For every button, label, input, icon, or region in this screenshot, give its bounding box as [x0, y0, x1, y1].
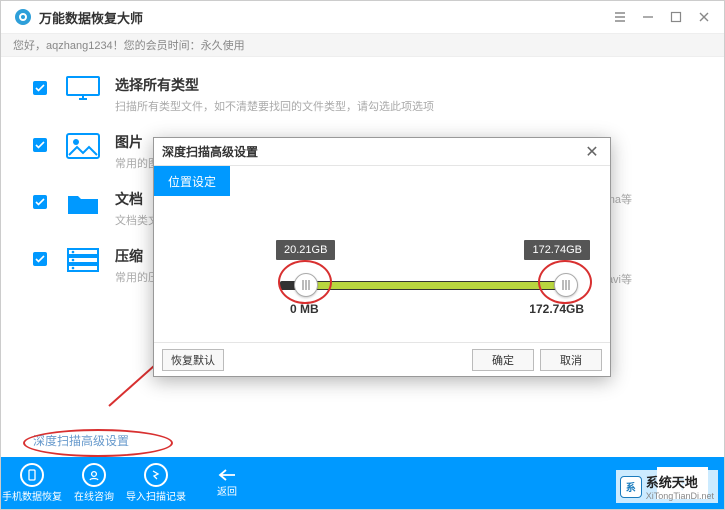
slider-handle-right[interactable] [554, 273, 578, 297]
watermark: 系 系统天地 XiTongTianDi.net [616, 470, 718, 503]
user-greeting: 您好，aqzhang1234！您的会员时间：永久使用 [13, 37, 245, 53]
checkbox-icon[interactable] [33, 81, 47, 95]
folder-icon [65, 189, 101, 217]
advanced-settings-dialog: 深度扫描高级设置 ✕ 位置设定 20.21GB 172.74GB 0 MB 17… [153, 137, 611, 377]
dialog-title: 深度扫描高级设置 [162, 143, 582, 160]
dialog-header: 深度扫描高级设置 ✕ [154, 138, 610, 166]
type-desc: 扫描所有类型文件，如不清楚要找回的文件类型，请勾选此项选项 [115, 98, 434, 114]
reset-button[interactable]: 恢复默认 [162, 349, 224, 371]
phone-recovery-button[interactable]: 手机数据恢复 [1, 457, 63, 509]
watermark-url: XiTongTianDi.net [646, 491, 714, 501]
close-button[interactable] [690, 5, 718, 29]
type-title: 选择所有类型 [115, 75, 434, 95]
slider-handle-left[interactable] [294, 273, 318, 297]
slider-tooltip-right: 172.74GB [524, 240, 590, 260]
bot-label: 在线咨询 [74, 488, 114, 503]
slider-tooltip-left: 20.21GB [276, 240, 335, 260]
ok-button[interactable]: 确定 [472, 349, 534, 371]
checkbox-icon[interactable] [33, 195, 47, 209]
checkbox-icon[interactable] [33, 252, 47, 266]
slider-max-label: 172.74GB [529, 302, 584, 316]
menu-button[interactable] [606, 5, 634, 29]
bot-label: 导入扫描记录 [126, 488, 186, 503]
watermark-logo-icon: 系 [620, 476, 642, 498]
bot-label: 手机数据恢复 [2, 488, 62, 503]
maximize-button[interactable] [662, 5, 690, 29]
monitor-icon [65, 75, 101, 103]
archive-icon [65, 246, 101, 274]
app-title: 万能数据恢复大师 [39, 8, 143, 27]
title-bar: 万能数据恢复大师 [1, 1, 724, 33]
range-slider-area: 20.21GB 172.74GB 0 MB 172.74GB [154, 196, 610, 326]
app-logo-icon [15, 9, 31, 25]
slider-fill [304, 282, 568, 289]
slider-min-label: 0 MB [290, 302, 319, 316]
back-button[interactable]: 返回 [187, 457, 407, 509]
watermark-brand: 系统天地 [646, 475, 698, 490]
advanced-scan-link[interactable]: 深度扫描高级设置 [33, 432, 129, 449]
tab-position[interactable]: 位置设定 [154, 166, 230, 196]
import-scan-button[interactable]: 导入扫描记录 [125, 457, 187, 509]
image-icon [65, 132, 101, 160]
online-chat-button[interactable]: 在线咨询 [63, 457, 125, 509]
dialog-footer: 恢复默认 确定 取消 [154, 342, 610, 376]
import-icon [144, 463, 168, 487]
cancel-button[interactable]: 取消 [540, 349, 602, 371]
user-info-bar: 您好，aqzhang1234！您的会员时间：永久使用 [1, 33, 724, 57]
back-label: 返回 [217, 483, 237, 498]
headset-icon [82, 463, 106, 487]
dialog-close-button[interactable]: ✕ [582, 142, 602, 162]
phone-icon [20, 463, 44, 487]
minimize-button[interactable] [634, 5, 662, 29]
checkbox-icon[interactable] [33, 138, 47, 152]
back-arrow-icon [217, 468, 237, 482]
type-row-all[interactable]: 选择所有类型 扫描所有类型文件，如不清楚要找回的文件类型，请勾选此项选项 [33, 75, 692, 114]
